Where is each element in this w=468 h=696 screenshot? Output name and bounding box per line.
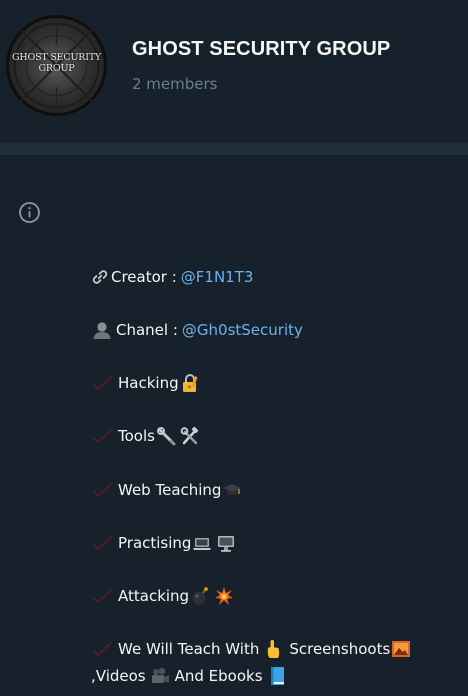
- item-label: Hacking: [118, 374, 179, 392]
- list-item-hacking: Hacking: [91, 372, 200, 394]
- teach-line2-prefix: ,Videos: [91, 667, 146, 685]
- info-icon: [19, 202, 40, 223]
- channel-handle-link[interactable]: @Gh0stSecurity: [182, 321, 303, 339]
- creator-label: Creator :: [111, 268, 177, 286]
- collision-icon: [215, 587, 234, 605]
- check-mark-icon: [93, 483, 112, 497]
- item-label: Attacking: [118, 587, 190, 605]
- list-item-practising: Practising: [91, 532, 236, 554]
- desktop-computer-icon: [218, 536, 235, 552]
- teach-line-2: ,Videos And Ebooks: [91, 665, 287, 687]
- group-title: GHOST SECURITY GROUP: [132, 38, 391, 60]
- check-mark-icon: [93, 589, 112, 603]
- check-mark-icon: [93, 642, 112, 656]
- teach-line-prefix: We Will Teach With: [118, 640, 260, 658]
- item-label: Web Teaching: [118, 481, 222, 499]
- check-mark-icon: [93, 429, 112, 443]
- bomb-icon: [192, 587, 208, 605]
- list-item-attacking: Attacking: [91, 585, 234, 607]
- laptop-icon: [193, 538, 212, 550]
- framed-picture-icon: [392, 641, 411, 657]
- check-mark-icon: [93, 376, 112, 390]
- teach-line2-suffix: And Ebooks: [174, 667, 263, 685]
- pointing-up-icon: [268, 640, 280, 658]
- section-divider: [0, 143, 468, 155]
- teach-line-suffix: Screenshoots: [289, 640, 391, 658]
- channel-line: Chanel : @Gh0stSecurity: [91, 319, 303, 341]
- wrench-icon: [156, 427, 176, 446]
- creator-handle-link[interactable]: @F1N1T3: [181, 268, 254, 286]
- list-item-web-teaching: Web Teaching: [91, 479, 242, 501]
- avatar-text-line2: GROUP: [38, 63, 75, 74]
- avatar-lettering: GHOST SECURITY GROUP: [6, 52, 107, 74]
- member-count[interactable]: 2 members: [132, 75, 218, 93]
- hammer-and-wrench-icon: [180, 426, 199, 445]
- avatar-text-line1: GHOST SECURITY: [12, 52, 101, 63]
- list-item-tools: Tools: [91, 425, 200, 447]
- item-label: Tools: [118, 427, 155, 445]
- movie-camera-icon: [151, 667, 169, 683]
- channel-label: Chanel :: [116, 321, 178, 339]
- item-label: Practising: [118, 534, 192, 552]
- graduation-cap-icon: [223, 484, 242, 496]
- silhouette-icon: [93, 322, 111, 339]
- chat-info-header: GHOST SECURITY GROUP GHOST SECURITY GROU…: [0, 0, 468, 143]
- group-avatar[interactable]: GHOST SECURITY GROUP: [6, 15, 107, 116]
- blue-book-icon: [270, 667, 284, 685]
- check-mark-icon: [93, 536, 112, 550]
- link-icon: [92, 270, 108, 284]
- creator-line: Creator : @F1N1T3: [91, 266, 253, 288]
- lock-key-icon: [182, 374, 197, 392]
- teach-line: We Will Teach With Screenshoots: [91, 638, 411, 660]
